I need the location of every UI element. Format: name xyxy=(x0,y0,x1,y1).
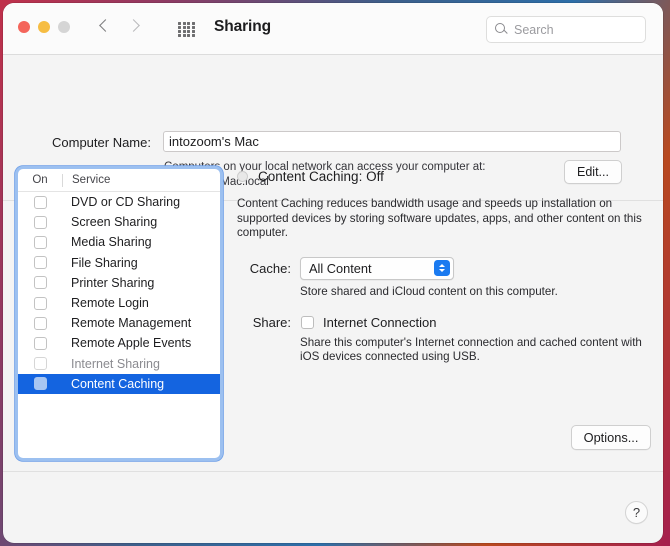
service-list[interactable]: On Service DVD or CD Sharing Screen Shari… xyxy=(18,169,220,458)
service-checkbox-cell xyxy=(18,316,62,330)
grid-icon[interactable] xyxy=(178,22,195,37)
cache-hint: Store shared and iCloud content on this … xyxy=(300,284,558,298)
content-caching-description: Content Caching reduces bandwidth usage … xyxy=(237,197,642,240)
cache-selected-value: All Content xyxy=(309,260,372,276)
service-label: Remote Apple Events xyxy=(71,336,192,351)
service-checkbox-cell xyxy=(18,296,62,310)
cache-setting-row: Cache: All Content xyxy=(237,256,649,280)
service-label: DVD or CD Sharing xyxy=(71,195,181,210)
service-checkbox[interactable] xyxy=(33,215,47,229)
cache-select[interactable]: All Content xyxy=(300,256,454,280)
window-toolbar: Sharing Search xyxy=(3,3,663,55)
share-setting-row: Share: Internet Connection xyxy=(237,315,649,330)
service-label: Remote Management xyxy=(71,316,192,331)
service-row[interactable]: Remote Login xyxy=(18,293,220,313)
service-checkbox-cell xyxy=(18,377,62,391)
chevron-left-icon[interactable] xyxy=(100,17,111,35)
service-row[interactable]: Media Sharing xyxy=(18,232,220,252)
traffic-light-buttons xyxy=(18,21,70,33)
service-label: Printer Sharing xyxy=(71,275,155,290)
column-header-service: Service xyxy=(72,174,111,186)
internet-connection-label: Internet Connection xyxy=(323,314,437,330)
service-row[interactable]: Remote Management xyxy=(18,313,220,333)
computer-name-section: Computer Name: intozoom's Mac Computers … xyxy=(3,55,663,201)
service-checkbox[interactable] xyxy=(33,336,47,350)
service-checkbox[interactable] xyxy=(33,357,47,371)
search-icon xyxy=(495,23,508,36)
service-row[interactable]: Printer Sharing xyxy=(18,273,220,293)
service-list-header: On Service xyxy=(18,169,220,192)
service-label: Media Sharing xyxy=(71,235,152,250)
service-label: Internet Sharing xyxy=(71,356,160,371)
search-placeholder: Search xyxy=(514,22,554,37)
service-row[interactable]: Screen Sharing xyxy=(18,212,220,232)
search-input[interactable]: Search xyxy=(486,16,646,43)
options-button[interactable]: Options... xyxy=(571,425,651,450)
service-label: Screen Sharing xyxy=(71,215,158,230)
service-checkbox[interactable] xyxy=(33,235,47,249)
service-row[interactable]: DVD or CD Sharing xyxy=(18,192,220,212)
service-checkbox-cell xyxy=(18,195,62,209)
service-checkbox[interactable] xyxy=(33,296,47,310)
service-checkbox[interactable] xyxy=(33,276,47,290)
chevron-right-icon[interactable] xyxy=(129,17,140,35)
cache-label: Cache: xyxy=(249,260,291,276)
content-caching-status: Content Caching: Off xyxy=(237,167,649,185)
page-title: Sharing xyxy=(214,18,272,35)
service-row[interactable]: Content Caching xyxy=(18,373,220,394)
share-label: Share: xyxy=(252,314,291,330)
service-rows-container: DVD or CD Sharing Screen Sharing Media Sha… xyxy=(18,192,220,394)
service-checkbox-cell xyxy=(18,215,62,229)
service-label: Content Caching xyxy=(71,376,165,391)
sharing-preferences-window: Sharing Search Computer Name: intozoom's… xyxy=(3,3,663,543)
column-header-on: On xyxy=(32,174,48,186)
internet-connection-checkbox[interactable] xyxy=(301,315,314,329)
computer-name-label: Computer Name: xyxy=(52,135,151,150)
status-dot-off-icon xyxy=(237,170,248,182)
service-checkbox-cell xyxy=(18,256,62,270)
service-checkbox-cell xyxy=(18,235,62,249)
service-row[interactable]: File Sharing xyxy=(18,253,220,273)
chevron-updown-icon xyxy=(434,260,450,277)
service-checkbox[interactable] xyxy=(33,256,47,270)
minimize-button[interactable] xyxy=(38,21,50,33)
service-checkbox[interactable] xyxy=(33,377,47,391)
service-row[interactable]: Internet Sharing xyxy=(18,354,220,374)
service-checkbox-cell xyxy=(18,276,62,290)
service-row[interactable]: Remote Apple Events xyxy=(18,333,220,353)
service-label: Remote Login xyxy=(71,296,149,311)
service-checkbox-cell xyxy=(18,357,62,371)
service-checkbox[interactable] xyxy=(33,195,47,209)
share-hint: Share this computer's Internet connectio… xyxy=(300,335,642,364)
detail-panel: Content Caching: Off Content Caching red… xyxy=(237,167,649,365)
service-checkbox-cell xyxy=(18,336,62,350)
status-title: Content Caching: Off xyxy=(258,168,384,184)
navigation-arrows xyxy=(100,17,140,35)
service-checkbox[interactable] xyxy=(33,316,47,330)
computer-name-field[interactable]: intozoom's Mac xyxy=(163,131,621,152)
section-divider-bottom xyxy=(3,471,663,472)
service-label: File Sharing xyxy=(71,255,138,270)
help-button[interactable]: ? xyxy=(625,501,648,524)
zoom-button[interactable] xyxy=(58,21,70,33)
close-button[interactable] xyxy=(18,21,30,33)
